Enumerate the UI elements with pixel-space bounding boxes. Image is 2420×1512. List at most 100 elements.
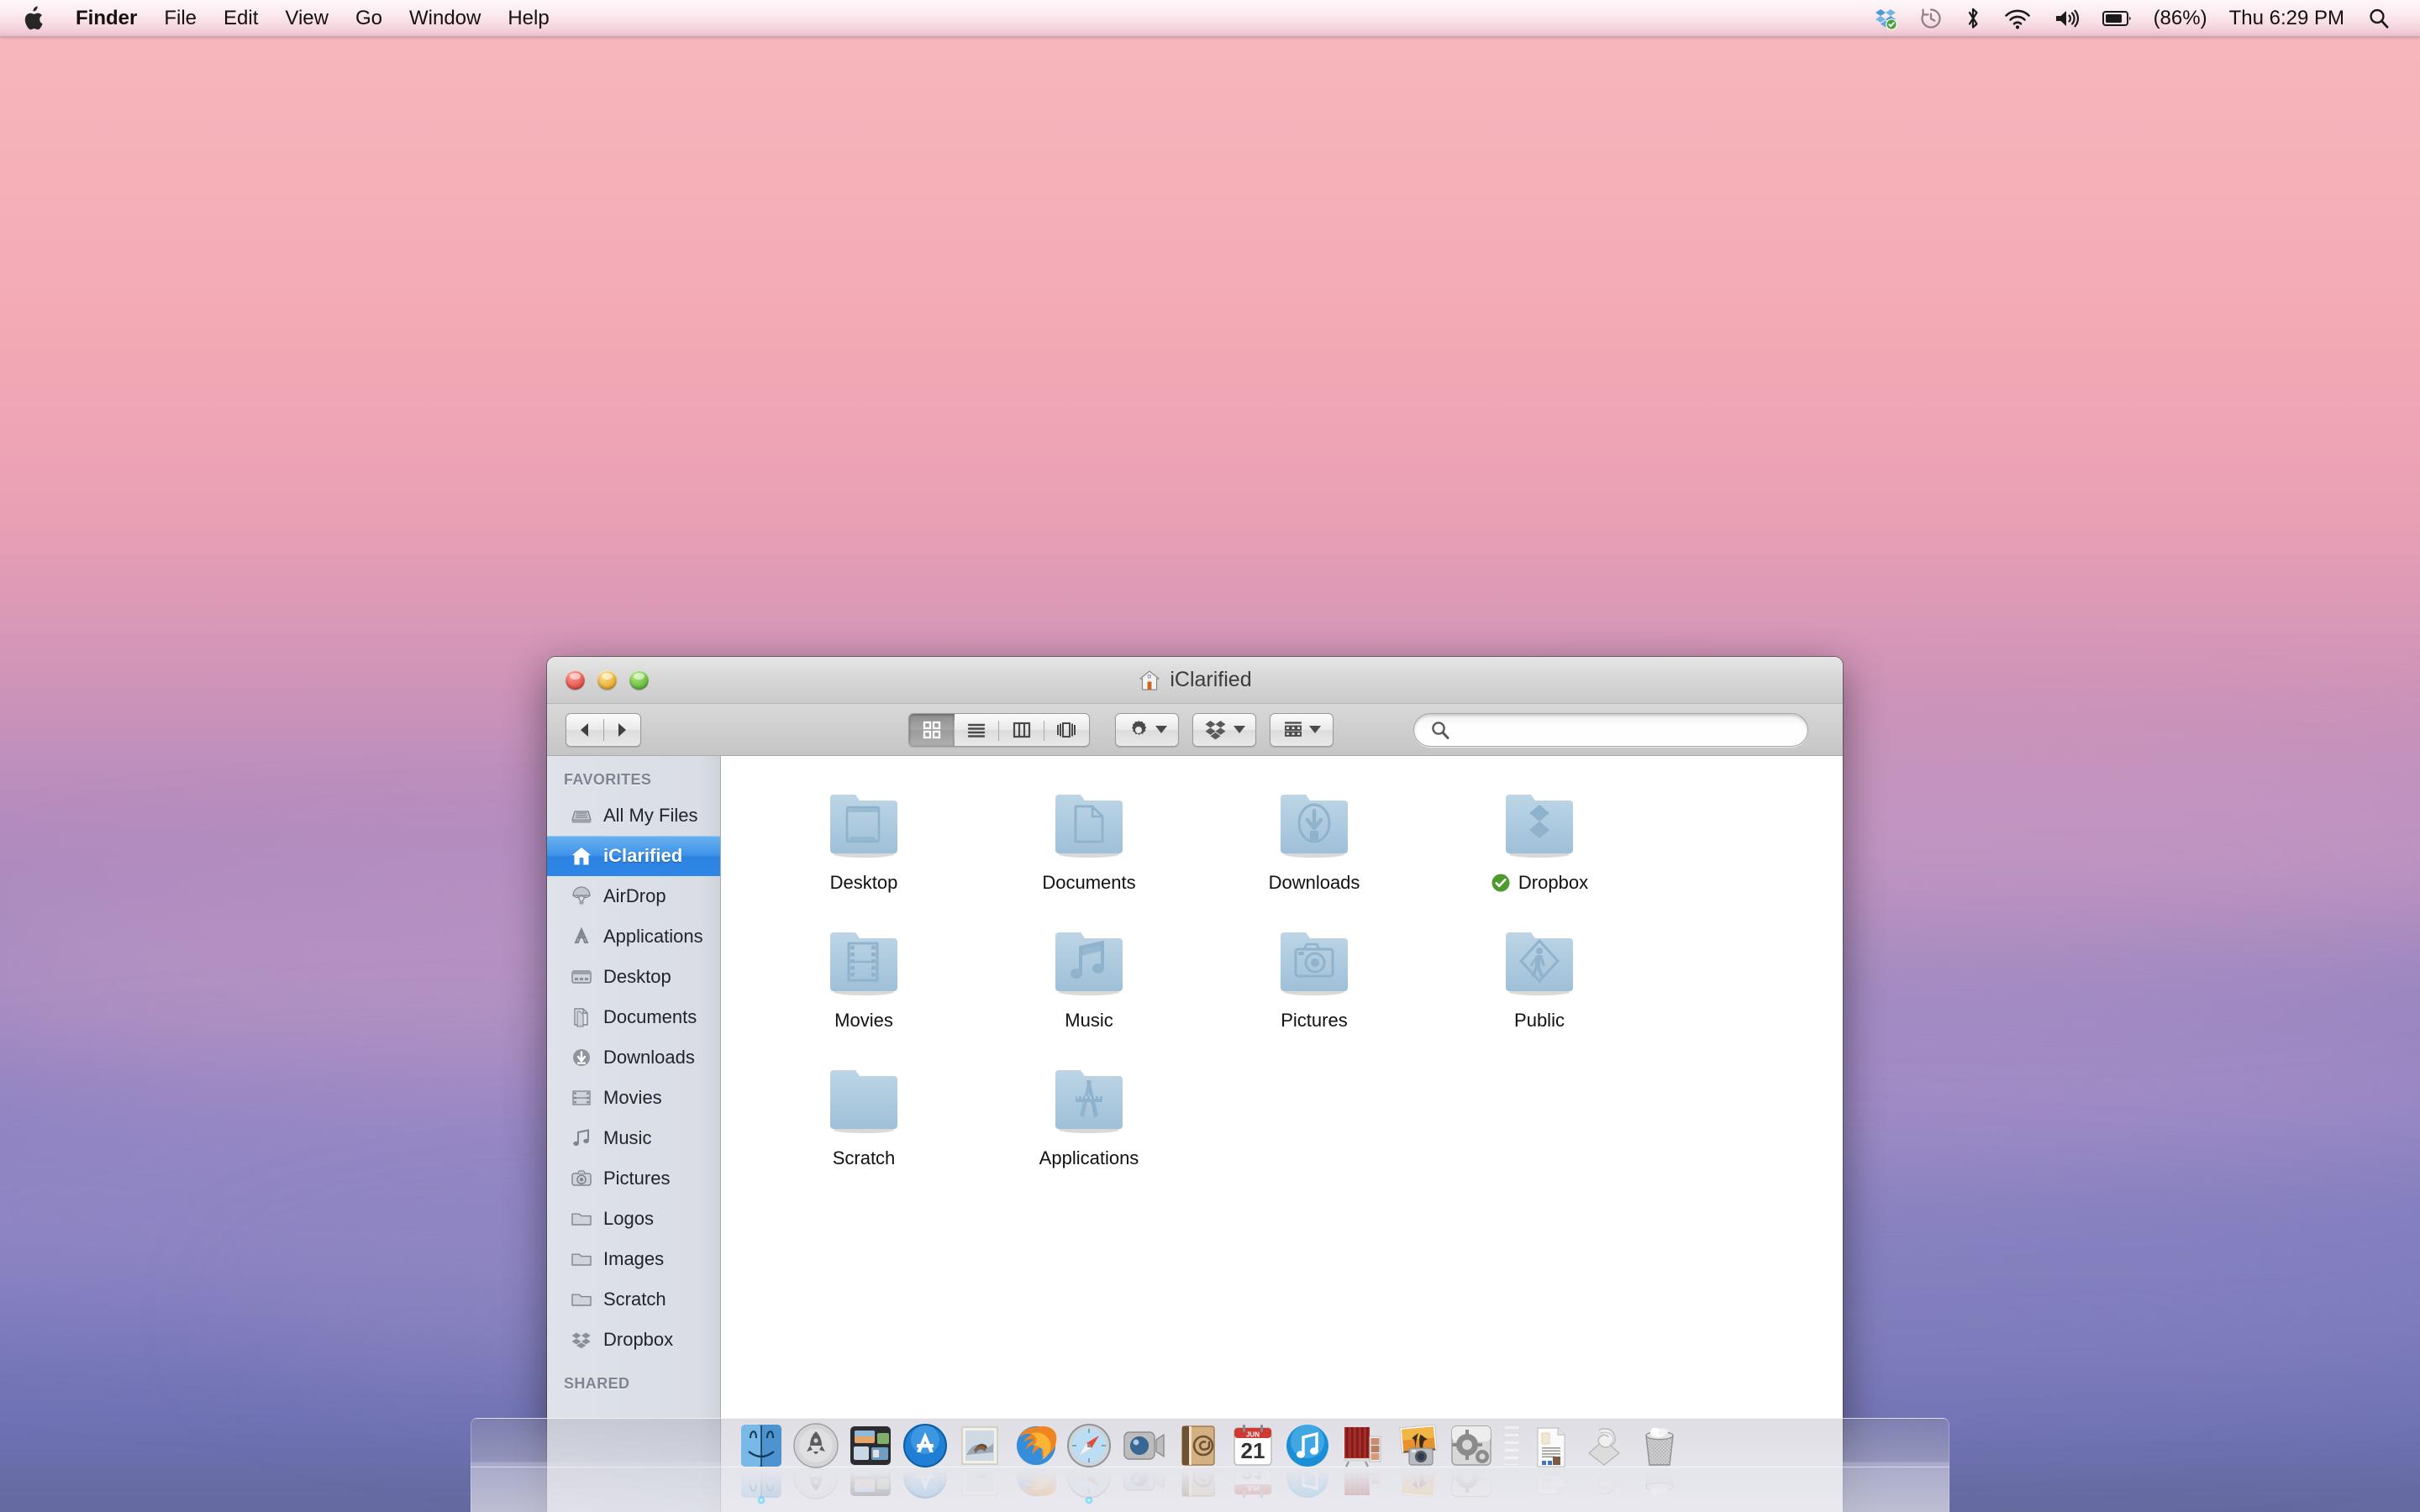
menu-finder[interactable]: Finder bbox=[62, 0, 150, 36]
finder-sidebar[interactable]: FAVORITES All My Files iClarified AirDro… bbox=[547, 756, 721, 1512]
file-item[interactable]: Public bbox=[1427, 922, 1652, 1032]
file-item[interactable]: Scratch bbox=[751, 1060, 976, 1169]
dock-items[interactable]: JUN 21 JUN 21 bbox=[471, 1421, 1949, 1509]
sidebar-item-all-my-files[interactable]: All My Files bbox=[547, 795, 720, 836]
dock-item-mail[interactable] bbox=[954, 1421, 1006, 1501]
menu-view[interactable]: View bbox=[271, 0, 342, 36]
menu-bar-clock[interactable]: Thu 6:29 PM bbox=[2219, 7, 2356, 30]
file-item[interactable]: Desktop bbox=[751, 785, 976, 894]
view-mode-column[interactable] bbox=[999, 714, 1044, 746]
chevron-right-icon bbox=[618, 722, 627, 737]
file-item[interactable]: Dropbox bbox=[1427, 785, 1652, 894]
file-item[interactable]: Applications bbox=[976, 1060, 1202, 1169]
sidebar-item-scratch[interactable]: Scratch bbox=[547, 1279, 720, 1320]
finder-toolbar[interactable] bbox=[547, 704, 1843, 756]
mail-icon bbox=[955, 1421, 1004, 1470]
action-menu-button[interactable] bbox=[1115, 712, 1179, 747]
dock-stack-documents[interactable] bbox=[1524, 1421, 1576, 1501]
file-item[interactable]: Movies bbox=[751, 922, 976, 1032]
airdrop-icon bbox=[569, 885, 594, 907]
sidebar-item-downloads[interactable]: Downloads bbox=[547, 1037, 720, 1078]
dropbox-menu-button[interactable] bbox=[1192, 712, 1256, 747]
dock-item-calendar[interactable]: JUN 21 JUN 21 bbox=[1227, 1421, 1279, 1501]
file-label: Dropbox bbox=[1491, 872, 1588, 894]
dropbox-icon bbox=[569, 1329, 594, 1351]
search-input[interactable] bbox=[1458, 719, 1777, 740]
menu-window[interactable]: Window bbox=[396, 0, 494, 36]
view-mode-switcher[interactable] bbox=[908, 712, 1090, 747]
menu-edit[interactable]: Edit bbox=[210, 0, 271, 36]
window-title-bar[interactable]: iClarified bbox=[547, 657, 1843, 704]
dropbox-menu-icon[interactable] bbox=[1863, 0, 1908, 36]
menu-file[interactable]: File bbox=[150, 0, 210, 36]
facetime-icon bbox=[1119, 1421, 1168, 1470]
finder-content-area[interactable]: Desktop Documents Downloads Dropbox Movi… bbox=[721, 756, 1843, 1512]
finder-window[interactable]: iClarified FAVORITES All My Files iClari… bbox=[547, 657, 1843, 1512]
dock-icon-reflection: JUN 21 bbox=[1228, 1471, 1277, 1501]
dock-item-system-preferences[interactable] bbox=[1445, 1421, 1497, 1501]
sidebar-item-movies[interactable]: Movies bbox=[547, 1078, 720, 1118]
apple-menu[interactable] bbox=[0, 0, 62, 36]
dock-item-itunes[interactable] bbox=[1281, 1421, 1334, 1501]
dock-trash[interactable] bbox=[1634, 1421, 1686, 1501]
file-label: Desktop bbox=[829, 872, 898, 893]
view-mode-coverflow[interactable] bbox=[1044, 714, 1090, 746]
sidebar-item-label: Music bbox=[603, 1127, 652, 1148]
menu-help[interactable]: Help bbox=[494, 0, 562, 36]
bluetooth-icon[interactable] bbox=[1954, 0, 1992, 36]
search-field[interactable] bbox=[1413, 712, 1808, 747]
desktop-folder-icon bbox=[818, 785, 909, 862]
menu-bar-app-menus[interactable]: Finder File Edit View Go Window Help bbox=[0, 0, 563, 36]
file-item[interactable]: Music bbox=[976, 922, 1202, 1032]
menu-go[interactable]: Go bbox=[342, 0, 396, 36]
file-item[interactable]: Downloads bbox=[1202, 785, 1427, 894]
file-item[interactable]: Pictures bbox=[1202, 922, 1427, 1032]
dock-item-launchpad[interactable] bbox=[790, 1421, 842, 1501]
sidebar-item-pictures[interactable]: Pictures bbox=[547, 1158, 720, 1199]
battery-icon[interactable] bbox=[2091, 0, 2144, 36]
dock-item-contacts[interactable] bbox=[1172, 1421, 1224, 1501]
view-mode-icon[interactable] bbox=[909, 713, 955, 746]
sidebar-item-iclarified[interactable]: iClarified bbox=[547, 836, 720, 876]
volume-icon[interactable] bbox=[2043, 0, 2091, 36]
menu-bar-status-items[interactable]: (86%) Thu 6:29 PM bbox=[1863, 0, 2420, 36]
dock-item-finder[interactable] bbox=[735, 1421, 787, 1504]
arrange-menu-button[interactable] bbox=[1270, 712, 1334, 747]
sidebar-item-applications[interactable]: Applications bbox=[547, 916, 720, 957]
downloads-icon bbox=[569, 1047, 594, 1068]
sidebar-item-airdrop[interactable]: AirDrop bbox=[547, 876, 720, 916]
forward-button[interactable] bbox=[604, 714, 641, 746]
dock-item-mission-control[interactable] bbox=[844, 1421, 897, 1501]
back-button[interactable] bbox=[566, 714, 603, 746]
file-item[interactable]: Documents bbox=[976, 785, 1202, 894]
spotlight-search-icon[interactable] bbox=[2356, 0, 2402, 36]
sidebar-item-images[interactable]: Images bbox=[547, 1239, 720, 1279]
file-label: Public bbox=[1514, 1010, 1565, 1031]
sidebar-item-logos[interactable]: Logos bbox=[547, 1199, 720, 1239]
dock-item-app-store[interactable] bbox=[899, 1421, 951, 1501]
wifi-icon[interactable] bbox=[1992, 0, 2043, 36]
sidebar-item-desktop[interactable]: Desktop bbox=[547, 957, 720, 997]
sidebar-item-music[interactable]: Music bbox=[547, 1118, 720, 1158]
mission-control-icon bbox=[846, 1421, 895, 1470]
dock-item-photo-booth[interactable] bbox=[1336, 1421, 1388, 1501]
dock[interactable]: JUN 21 JUN 21 bbox=[471, 1418, 1949, 1512]
itunes-icon bbox=[1283, 1421, 1332, 1470]
dock-item-facetime[interactable] bbox=[1118, 1421, 1170, 1501]
sidebar-item-label: Scratch bbox=[603, 1289, 666, 1310]
time-machine-icon[interactable] bbox=[1908, 0, 1954, 36]
menu-bar[interactable]: Finder File Edit View Go Window Help (86… bbox=[0, 0, 2420, 37]
plain-folder-icon bbox=[818, 1060, 909, 1137]
sidebar-item-documents[interactable]: Documents bbox=[547, 997, 720, 1037]
navigation-buttons[interactable] bbox=[566, 712, 641, 747]
sidebar-item-label: All My Files bbox=[603, 805, 698, 826]
dock-stack-downloads[interactable] bbox=[1579, 1421, 1631, 1501]
file-label: Music bbox=[1065, 1010, 1113, 1031]
dock-item-iphoto[interactable] bbox=[1391, 1421, 1443, 1501]
view-mode-list[interactable] bbox=[955, 714, 999, 746]
dock-item-safari[interactable] bbox=[1063, 1421, 1115, 1504]
home-folder-icon bbox=[1139, 669, 1160, 690]
photo-booth-icon bbox=[1338, 1421, 1386, 1470]
dock-item-firefox[interactable] bbox=[1008, 1421, 1060, 1501]
sidebar-item-dropbox[interactable]: Dropbox bbox=[547, 1320, 720, 1360]
